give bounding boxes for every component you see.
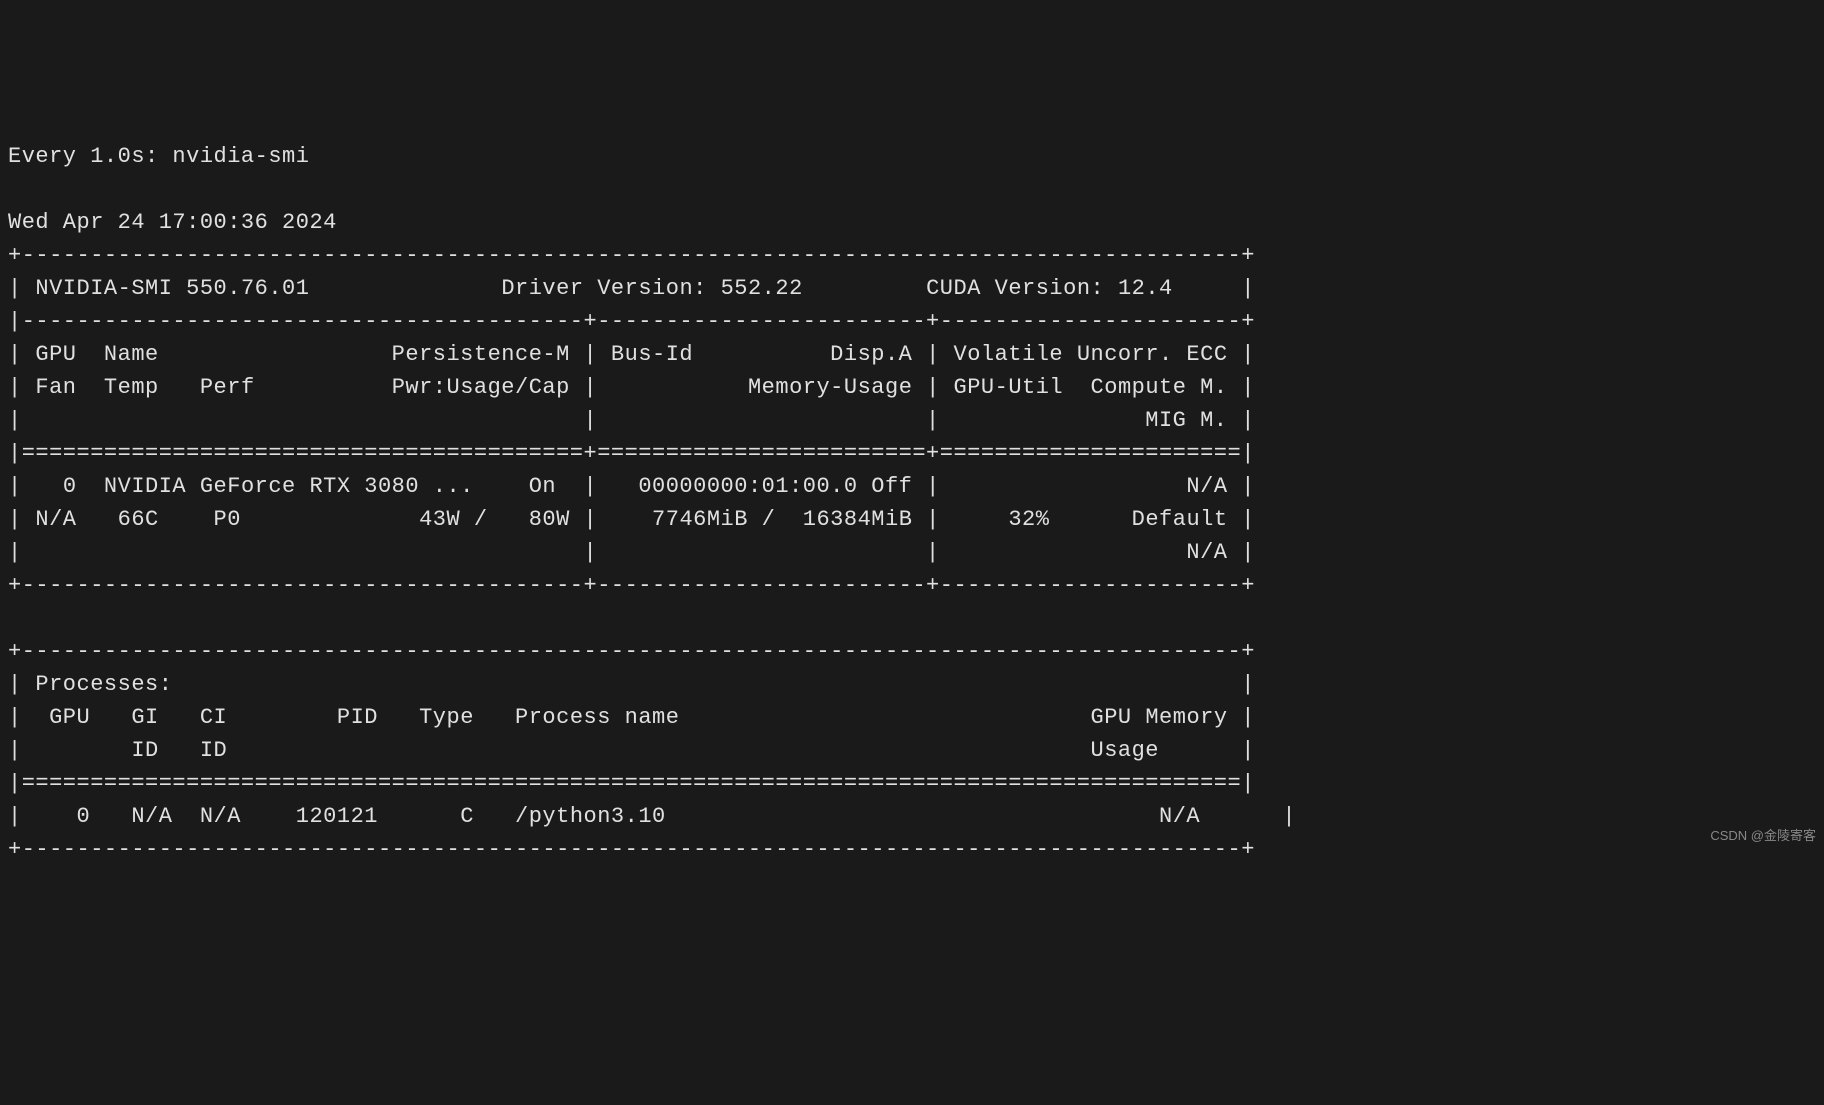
timestamp: Wed Apr 24 17:00:36 2024	[8, 210, 337, 235]
proc-hdr-usage: Usage	[1091, 738, 1160, 763]
smi-label: NVIDIA-SMI	[35, 276, 172, 301]
gpu-ecc: N/A	[1186, 474, 1227, 499]
hdr-perf: Perf	[200, 375, 255, 400]
proc-gpu: 0	[77, 804, 91, 829]
proc-mem: N/A	[1159, 804, 1200, 829]
proc-hdr-gi: GI	[131, 705, 158, 730]
gpu-compute: Default	[1132, 507, 1228, 532]
hdr-fan: Fan	[35, 375, 76, 400]
hdr-persistence: Persistence-M	[392, 342, 570, 367]
terminal-output: Every 1.0s: nvidia-smi Wed Apr 24 17:00:…	[8, 140, 1816, 866]
processes-title: Processes:	[35, 672, 172, 697]
proc-gi: N/A	[131, 804, 172, 829]
cuda-label: CUDA Version:	[926, 276, 1104, 301]
hdr-compute: Compute M.	[1091, 375, 1228, 400]
proc-hdr-pid: PID	[337, 705, 378, 730]
proc-hdr-mem: GPU Memory	[1091, 705, 1228, 730]
gpu-mig: N/A	[1186, 540, 1227, 565]
gpu-perf: P0	[214, 507, 241, 532]
gpu-disp: Off	[871, 474, 912, 499]
hdr-temp: Temp	[104, 375, 159, 400]
proc-name: /python3.10	[515, 804, 666, 829]
smi-version: 550.76.01	[186, 276, 309, 301]
proc-hdr-id2: ID	[200, 738, 227, 763]
hdr-gpu: GPU	[35, 342, 76, 367]
gpu-index: 0	[63, 474, 77, 499]
gpu-busid: 00000000:01:00.0	[638, 474, 857, 499]
gpu-mem-used: 7746MiB	[652, 507, 748, 532]
cuda-version: 12.4	[1118, 276, 1173, 301]
proc-hdr-id1: ID	[131, 738, 158, 763]
gpu-fan: N/A	[35, 507, 76, 532]
gpu-name: NVIDIA GeForce RTX 3080 ...	[104, 474, 474, 499]
hdr-memusage: Memory-Usage	[748, 375, 912, 400]
hdr-name: Name	[104, 342, 159, 367]
gpu-util: 32%	[1008, 507, 1049, 532]
gpu-pwr-cap: 80W	[529, 507, 570, 532]
gpu-pwr-usage: 43W	[419, 507, 460, 532]
hdr-pwr: Pwr:Usage/Cap	[392, 375, 570, 400]
proc-type: C	[460, 804, 474, 829]
hdr-disp: Disp.A	[830, 342, 912, 367]
proc-ci: N/A	[200, 804, 241, 829]
hdr-busid: Bus-Id	[611, 342, 693, 367]
gpu-temp: 66C	[118, 507, 159, 532]
driver-label: Driver Version:	[501, 276, 707, 301]
watch-header: Every 1.0s: nvidia-smi	[8, 144, 309, 169]
gpu-mem-total: 16384MiB	[803, 507, 913, 532]
proc-pid: 120121	[296, 804, 378, 829]
hdr-volatile: Volatile Uncorr. ECC	[954, 342, 1228, 367]
hdr-gpuutil: GPU-Util	[954, 375, 1064, 400]
proc-hdr-gpu: GPU	[49, 705, 90, 730]
proc-hdr-type: Type	[419, 705, 474, 730]
proc-hdr-ci: CI	[200, 705, 227, 730]
proc-hdr-name: Process name	[515, 705, 679, 730]
driver-version: 552.22	[721, 276, 803, 301]
hdr-mig: MIG M.	[1145, 408, 1227, 433]
watermark: CSDN @金陵寄客	[1710, 826, 1816, 846]
gpu-persistence: On	[529, 474, 556, 499]
